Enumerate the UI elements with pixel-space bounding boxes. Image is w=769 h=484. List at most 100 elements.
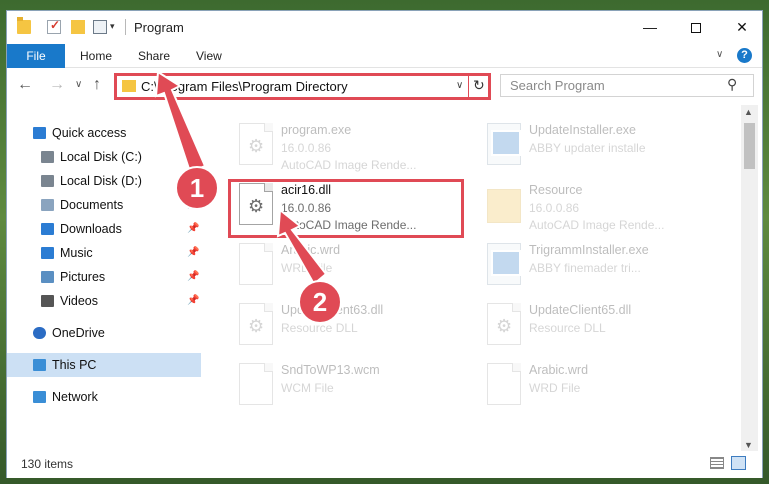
file-item[interactable]: ⚙UpdateClient63.dllResource DLL: [233, 297, 473, 355]
file-item[interactable]: ⚙ program.exe 16.0.0.86 AutoCAD Image Rende…: [233, 117, 473, 175]
download-icon: [41, 223, 54, 235]
address-divider: [468, 76, 469, 97]
sidebar-item-network[interactable]: Network: [7, 385, 201, 409]
sidebar-item-pictures[interactable]: Pictures 📌: [7, 265, 201, 289]
file-detail: ABBY finemader tri...: [529, 261, 641, 275]
address-path[interactable]: C:\Program Files\Program Directory: [141, 79, 348, 94]
file-description: AutoCAD Image Rende...: [281, 218, 417, 232]
gear-icon: ⚙: [248, 136, 265, 156]
sidebar-item-onedrive[interactable]: OneDrive: [7, 321, 201, 345]
pin-icon[interactable]: 📌: [187, 217, 199, 241]
tab-home[interactable]: Home: [66, 44, 126, 68]
scroll-down-icon[interactable]: ▼: [744, 440, 753, 450]
tab-view[interactable]: View: [182, 44, 236, 68]
file-item[interactable]: SndToWP13.wcm WCM File: [233, 357, 473, 415]
file-name: acir16.dll: [281, 183, 332, 197]
navigation-pane: Quick access Local Disk (C:) 📌 Local Disk (…: [7, 105, 207, 447]
file-name: UpdateInstaller.exe: [529, 123, 637, 137]
properties-check-icon[interactable]: [47, 18, 61, 34]
maximize-button[interactable]: [673, 11, 719, 43]
sidebar-item-label: Music: [60, 246, 93, 260]
search-box[interactable]: ⚲: [500, 74, 754, 97]
address-bar[interactable]: C:\Program Files\Program Directory ∨ ↻: [114, 73, 491, 100]
pin-icon[interactable]: 📌: [187, 265, 199, 289]
help-icon[interactable]: ?: [737, 48, 752, 63]
refresh-icon[interactable]: ↻: [473, 77, 485, 94]
file-item[interactable]: UpdateInstaller.exe ABBY updater installe: [481, 117, 721, 175]
navigation-bar: ← → ∨ ↑ C:\Program Files\Program Directo…: [7, 69, 762, 103]
sidebar-item-label: Local Disk (C:): [60, 150, 142, 164]
computer-icon: [33, 359, 46, 371]
cloud-icon: [33, 327, 46, 339]
file-item[interactable]: Resource 16.0.0.86 AutoCAD Image Rende...: [481, 177, 721, 235]
step-2-badge: 2: [298, 280, 342, 324]
file-name: program.exe: [281, 123, 352, 137]
dll-gear-icon: ⚙: [239, 303, 273, 345]
file-detail: Resource DLL: [529, 321, 606, 335]
file-item[interactable]: TrigrammInstaller.exe ABBY finemader tri.…: [481, 237, 721, 295]
sidebar-item-label: OneDrive: [52, 326, 105, 340]
file-detail: WRD File: [529, 381, 581, 395]
folder-icon[interactable]: [17, 17, 31, 34]
folder-icon: [487, 189, 521, 223]
file-item[interactable]: ⚙ acir16.dll 16.0.0.86 AutoCAD Image Rende.…: [233, 177, 473, 235]
file-item[interactable]: ⚙ UpdateClient65.dll Resource DLL: [481, 297, 721, 355]
back-arrow-icon[interactable]: ←: [17, 76, 33, 94]
sidebar-item-documents[interactable]: Documents📌: [7, 193, 201, 217]
sidebar-item-quick-access[interactable]: Quick access: [7, 121, 201, 145]
scroll-thumb[interactable]: [744, 123, 755, 169]
window-title: Program: [134, 20, 184, 35]
explorer-window: ▾ Program — ✕ File Home Share View ∨ ? ←…: [6, 10, 763, 478]
sidebar-item-videos[interactable]: Videos 📌: [7, 289, 201, 313]
tab-share[interactable]: Share: [124, 44, 184, 68]
blank-doc-icon: [239, 363, 273, 405]
sidebar-item-downloads[interactable]: Downloads 📌: [7, 217, 201, 241]
close-button[interactable]: ✕: [719, 11, 765, 43]
scroll-up-icon[interactable]: ▲: [744, 107, 753, 117]
vertical-scrollbar[interactable]: ▲ ▼: [741, 105, 758, 455]
videos-icon: [41, 295, 54, 307]
forward-arrow-icon[interactable]: →: [49, 76, 65, 94]
network-icon: [33, 391, 46, 403]
up-arrow-icon[interactable]: ↑: [93, 76, 101, 94]
minimize-button[interactable]: —: [627, 11, 673, 43]
pin-icon[interactable]: 📌: [187, 241, 199, 265]
pin-icon[interactable]: 📌: [187, 289, 199, 313]
exe-window-icon: [487, 243, 521, 285]
new-folder-icon[interactable]: [71, 20, 85, 34]
step-1-badge: 1: [175, 166, 219, 210]
pictures-icon: [41, 271, 54, 283]
tab-file[interactable]: File: [7, 44, 65, 68]
sidebar-item-music[interactable]: Music 📌: [7, 241, 201, 265]
quick-access-toolbar-icon[interactable]: [93, 20, 107, 34]
dll-gear-icon: ⚙: [239, 183, 273, 225]
sidebar-item-local-disk-c[interactable]: Local Disk (C:) 📌: [7, 145, 201, 169]
search-icon[interactable]: ⚲: [727, 76, 737, 93]
large-icons-view-icon[interactable]: [731, 456, 746, 470]
blank-doc-icon: [487, 363, 521, 405]
file-name: SndToWP13.wcm: [281, 363, 380, 377]
details-view-icon[interactable]: [710, 457, 724, 469]
sidebar-item-label: This PC: [52, 358, 97, 372]
gear-icon: ⚙: [496, 316, 513, 336]
address-history-chevron-icon[interactable]: ∨: [456, 80, 463, 91]
expand-ribbon-chevron-icon[interactable]: ∨: [716, 49, 723, 60]
sidebar-item-local-disk-d[interactable]: Local Disk (D:)📌: [7, 169, 201, 193]
file-name: UpdateClient65.dll: [529, 303, 632, 317]
file-detail: WCM File: [281, 381, 334, 395]
documents-icon: [41, 199, 54, 211]
recent-locations-chevron-icon[interactable]: ∨: [75, 79, 82, 90]
blank-doc-icon: [239, 243, 273, 285]
search-input[interactable]: [501, 75, 721, 96]
file-description: AutoCAD Image Rende...: [529, 218, 665, 232]
file-item[interactable]: Arabic.wrd WRD File: [233, 237, 473, 295]
status-bar: 130 items: [7, 451, 762, 478]
file-item[interactable]: Arabic.wrd WRD File: [481, 357, 721, 415]
sidebar-item-this-pc[interactable]: This PC: [7, 353, 201, 377]
file-detail: WRD File: [281, 261, 333, 275]
maximize-icon: [691, 23, 701, 34]
chevron-down-icon[interactable]: ▾: [110, 21, 115, 32]
file-description: AutoCAD Image Rende...: [281, 158, 417, 172]
file-name: Resource: [529, 183, 583, 197]
gear-icon: ⚙: [248, 196, 265, 216]
